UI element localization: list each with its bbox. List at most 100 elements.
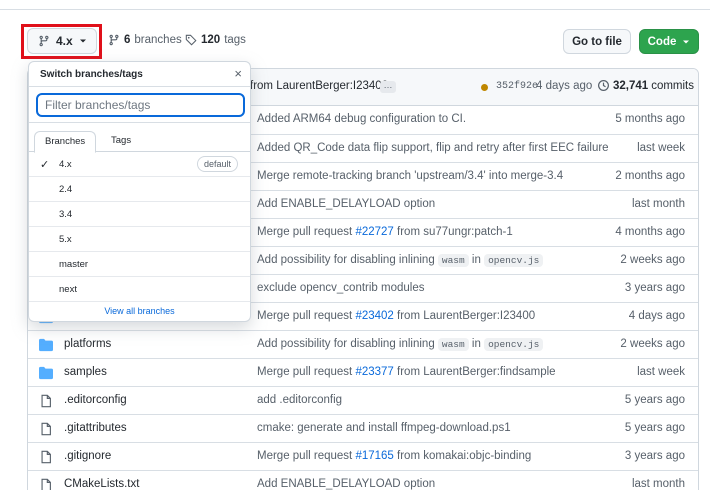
commit-text[interactable]: exclude opencv_contrib modules xyxy=(257,282,425,294)
commit-text[interactable]: in xyxy=(469,338,484,350)
commit-text[interactable]: Add possibility for disabling inlining xyxy=(257,254,438,266)
branch-item-4-x[interactable]: ✓ 4.x default xyxy=(29,152,250,177)
branch-item-2-4[interactable]: 2.4 xyxy=(29,177,250,202)
commit-message[interactable]: from LaurentBerger:I23400 xyxy=(250,80,388,92)
pull-request-link[interactable]: #23377 xyxy=(355,366,393,378)
branches-count: 6 xyxy=(124,34,131,46)
caret-down-icon xyxy=(683,40,690,43)
top-border xyxy=(0,0,710,10)
branch-dropdown: Switch branches/tags × Branches Tags ✓ 4.… xyxy=(28,61,251,322)
filter-branches-input[interactable] xyxy=(36,93,245,117)
commit-message[interactable]: Add ENABLE_DELAYLOAD option xyxy=(257,478,435,490)
commit-message[interactable]: Merge pull request #23377 from LaurentBe… xyxy=(257,366,556,378)
commit-text[interactable]: from LaurentBerger:findsample xyxy=(394,366,556,378)
branch-name: 5.x xyxy=(59,234,72,245)
commit-text[interactable]: Add ENABLE_DELAYLOAD option xyxy=(257,198,435,210)
expand-commit-button[interactable]: … xyxy=(380,81,396,93)
tab-branches[interactable]: Branches xyxy=(34,131,97,153)
inline-code: opencv.js xyxy=(484,254,544,267)
commit-status-dot-icon[interactable] xyxy=(481,84,488,91)
commit-text[interactable]: Merge pull request xyxy=(257,226,355,238)
commit-message[interactable]: Merge pull request #17165 from komakai:o… xyxy=(257,450,531,462)
commit-text[interactable]: cmake: generate and install ffmpeg-downl… xyxy=(257,422,511,434)
commit-hash[interactable]: 352f92e xyxy=(496,81,538,92)
commit-text[interactable]: from su77ungr:patch-1 xyxy=(394,226,513,238)
commit-age: 4 days ago xyxy=(628,310,685,322)
dropdown-title: Switch branches/tags xyxy=(40,69,143,80)
commit-message[interactable]: Merge pull request #23402 from LaurentBe… xyxy=(257,310,535,322)
commit-message[interactable]: Merge pull request #22727 from su77ungr:… xyxy=(257,226,513,238)
divider xyxy=(29,86,250,87)
folder-icon xyxy=(39,366,53,380)
table-row[interactable]: .editorconfig add .editorconfig 5 years ag… xyxy=(28,386,698,414)
branch-item-5-x[interactable]: 5.x xyxy=(29,227,250,252)
tags-link[interactable]: 120 tags xyxy=(185,34,246,46)
tab-tags[interactable]: Tags xyxy=(101,131,141,153)
commit-age: 4 months ago xyxy=(615,226,685,238)
folder-icon xyxy=(39,338,53,352)
table-row[interactable]: platforms Add possibility for disabling i… xyxy=(28,330,698,358)
commit-text[interactable]: from LaurentBerger:I23400 xyxy=(394,310,535,322)
commit-age: 2 weeks ago xyxy=(620,254,685,266)
divider xyxy=(29,122,250,123)
tag-icon xyxy=(185,34,197,46)
branch-name: master xyxy=(59,259,89,270)
commit-age: 5 years ago xyxy=(624,422,685,434)
code-button[interactable]: Code xyxy=(639,29,699,54)
file-name[interactable]: platforms xyxy=(64,338,111,350)
commit-age: last month xyxy=(631,478,685,490)
commit-age: last week xyxy=(637,366,685,378)
commit-message[interactable]: Add possibility for disabling inlining w… xyxy=(257,338,544,351)
file-icon xyxy=(39,478,53,490)
commit-text[interactable]: Added ARM64 debug configuration to CI. xyxy=(257,113,466,125)
commit-message[interactable]: Added QR_Code data flip support, flip an… xyxy=(257,142,609,154)
commit-text[interactable]: Merge pull request xyxy=(257,450,355,462)
file-name[interactable]: .editorconfig xyxy=(64,394,127,406)
file-name[interactable]: CMakeLists.txt xyxy=(64,478,139,490)
branch-name: 4.x xyxy=(59,159,72,170)
tags-label: tags xyxy=(224,34,246,46)
commit-text[interactable]: from komakai:objc-binding xyxy=(394,450,531,462)
commit-text[interactable]: Merge remote-tracking branch 'upstream/3… xyxy=(257,170,563,182)
pull-request-link[interactable]: #22727 xyxy=(355,226,393,238)
commit-text[interactable]: in xyxy=(469,254,484,266)
commit-message[interactable]: cmake: generate and install ffmpeg-downl… xyxy=(257,422,511,434)
commit-age: 2 months ago xyxy=(615,170,685,182)
commit-age: 5 months ago xyxy=(615,113,685,125)
file-name[interactable]: samples xyxy=(64,366,107,378)
commit-text[interactable]: Merge pull request xyxy=(257,366,355,378)
pull-request-link[interactable]: #17165 xyxy=(355,450,393,462)
branches-link[interactable]: 6 branches xyxy=(108,34,182,46)
commit-message[interactable]: Added ARM64 debug configuration to CI. xyxy=(257,113,466,125)
pull-request-link[interactable]: #23402 xyxy=(355,310,393,322)
table-row[interactable]: samples Merge pull request #23377 from La… xyxy=(28,358,698,386)
commit-message[interactable]: Add ENABLE_DELAYLOAD option xyxy=(257,198,435,210)
commits-count: 32,741 xyxy=(613,79,649,92)
commits-link[interactable]: 32,741 commits xyxy=(597,79,694,92)
commit-message[interactable]: Add possibility for disabling inlining w… xyxy=(257,254,544,267)
table-row[interactable]: .gitignore Merge pull request #17165 from… xyxy=(28,442,698,470)
close-icon[interactable]: × xyxy=(234,66,242,81)
table-row[interactable]: .gitattributes cmake: generate and instal… xyxy=(28,414,698,442)
branch-item-3-4[interactable]: 3.4 xyxy=(29,202,250,227)
commit-message[interactable]: add .editorconfig xyxy=(257,394,342,406)
table-row[interactable]: CMakeLists.txt Add ENABLE_DELAYLOAD optio… xyxy=(28,470,698,490)
file-icon xyxy=(39,394,53,408)
branch-item-next[interactable]: next xyxy=(29,277,250,302)
branch-item-master[interactable]: master xyxy=(29,252,250,277)
file-icon xyxy=(39,422,53,436)
file-name[interactable]: .gitignore xyxy=(64,450,111,462)
commit-message[interactable]: exclude opencv_contrib modules xyxy=(257,282,425,294)
commit-message[interactable]: Merge remote-tracking branch 'upstream/3… xyxy=(257,170,563,182)
commit-text[interactable]: Add possibility for disabling inlining xyxy=(257,338,438,350)
commit-text[interactable]: Added QR_Code data flip support, flip an… xyxy=(257,142,609,154)
commit-age: 2 weeks ago xyxy=(620,338,685,350)
go-to-file-button[interactable]: Go to file xyxy=(563,29,631,54)
view-all-branches-link[interactable]: View all branches xyxy=(29,306,250,316)
commit-text[interactable]: add .editorconfig xyxy=(257,394,342,406)
commit-text[interactable]: Merge pull request xyxy=(257,310,355,322)
highlight-branch-button xyxy=(21,24,102,59)
file-name[interactable]: .gitattributes xyxy=(64,422,127,434)
commit-age: 5 years ago xyxy=(624,394,685,406)
commit-text[interactable]: Add ENABLE_DELAYLOAD option xyxy=(257,478,435,490)
